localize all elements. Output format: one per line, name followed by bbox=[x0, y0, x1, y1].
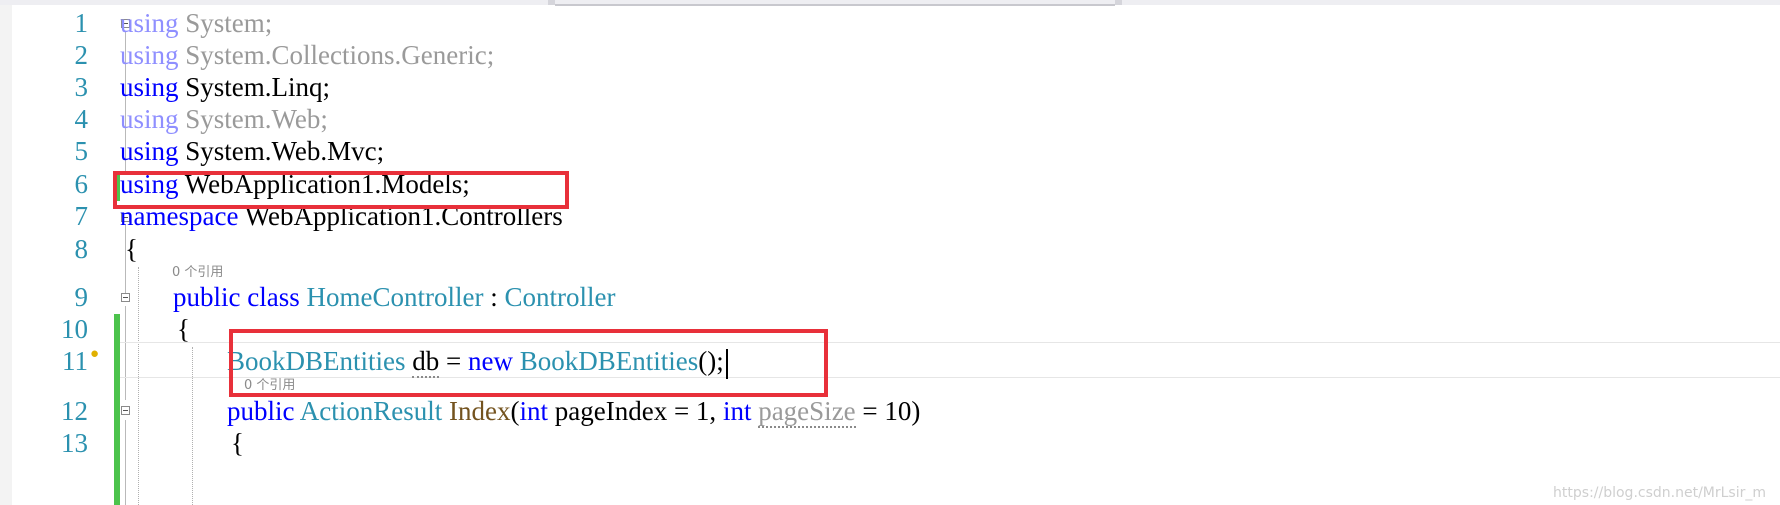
code-text: { bbox=[231, 428, 244, 458]
highlight-box-using-models bbox=[113, 171, 569, 209]
line-number: 12 bbox=[61, 396, 88, 426]
line-number: 4 bbox=[74, 104, 89, 134]
code-text: using System.Linq; bbox=[120, 72, 331, 102]
code-line: 9 public class HomeController : Controll… bbox=[12, 279, 1780, 315]
line-number: 8 bbox=[74, 234, 89, 264]
code-line: 2 using System.Collections.Generic; bbox=[12, 37, 1780, 73]
code-line: 5 using System.Web.Mvc; bbox=[12, 133, 1780, 169]
code-text: using System.Web; bbox=[120, 104, 328, 134]
code-line: 3 using System.Linq; bbox=[12, 69, 1780, 105]
line-number: 9 bbox=[74, 282, 89, 312]
line-number: 11 bbox=[62, 346, 88, 376]
line-number: 13 bbox=[61, 428, 88, 458]
line-number: 3 bbox=[74, 72, 89, 102]
code-line: 13 { bbox=[12, 425, 1780, 461]
line-number: 2 bbox=[74, 40, 89, 70]
line-number: 7 bbox=[74, 201, 89, 231]
code-text: public ActionResult Index(int pageIndex … bbox=[227, 396, 921, 428]
code-line: 4 using System.Web; bbox=[12, 101, 1780, 137]
editor-margin-strip bbox=[0, 5, 12, 505]
code-line: 12 public ActionResult Index(int pageInd… bbox=[12, 393, 1780, 429]
code-line: 8 { bbox=[12, 231, 1780, 267]
line-number: 6 bbox=[74, 169, 89, 199]
code-text: { bbox=[125, 234, 138, 264]
code-editor[interactable]: 1 using System; 2 using System.Collectio… bbox=[12, 5, 1780, 505]
code-text: using System.Web.Mvc; bbox=[120, 136, 385, 166]
code-text: public class HomeController : Controller bbox=[173, 282, 616, 312]
line-number: 5 bbox=[74, 136, 89, 166]
line-number: 10 bbox=[61, 314, 88, 344]
code-text: using System.Collections.Generic; bbox=[120, 40, 495, 70]
line-number: 1 bbox=[74, 8, 89, 38]
code-line: 1 using System; bbox=[12, 5, 1780, 41]
lightbulb-icon[interactable]: ● bbox=[90, 347, 99, 362]
watermark: https://blog.csdn.net/MrLsir_m bbox=[1553, 485, 1766, 501]
code-text: using System; bbox=[120, 8, 273, 38]
highlight-box-db-field bbox=[229, 329, 828, 397]
